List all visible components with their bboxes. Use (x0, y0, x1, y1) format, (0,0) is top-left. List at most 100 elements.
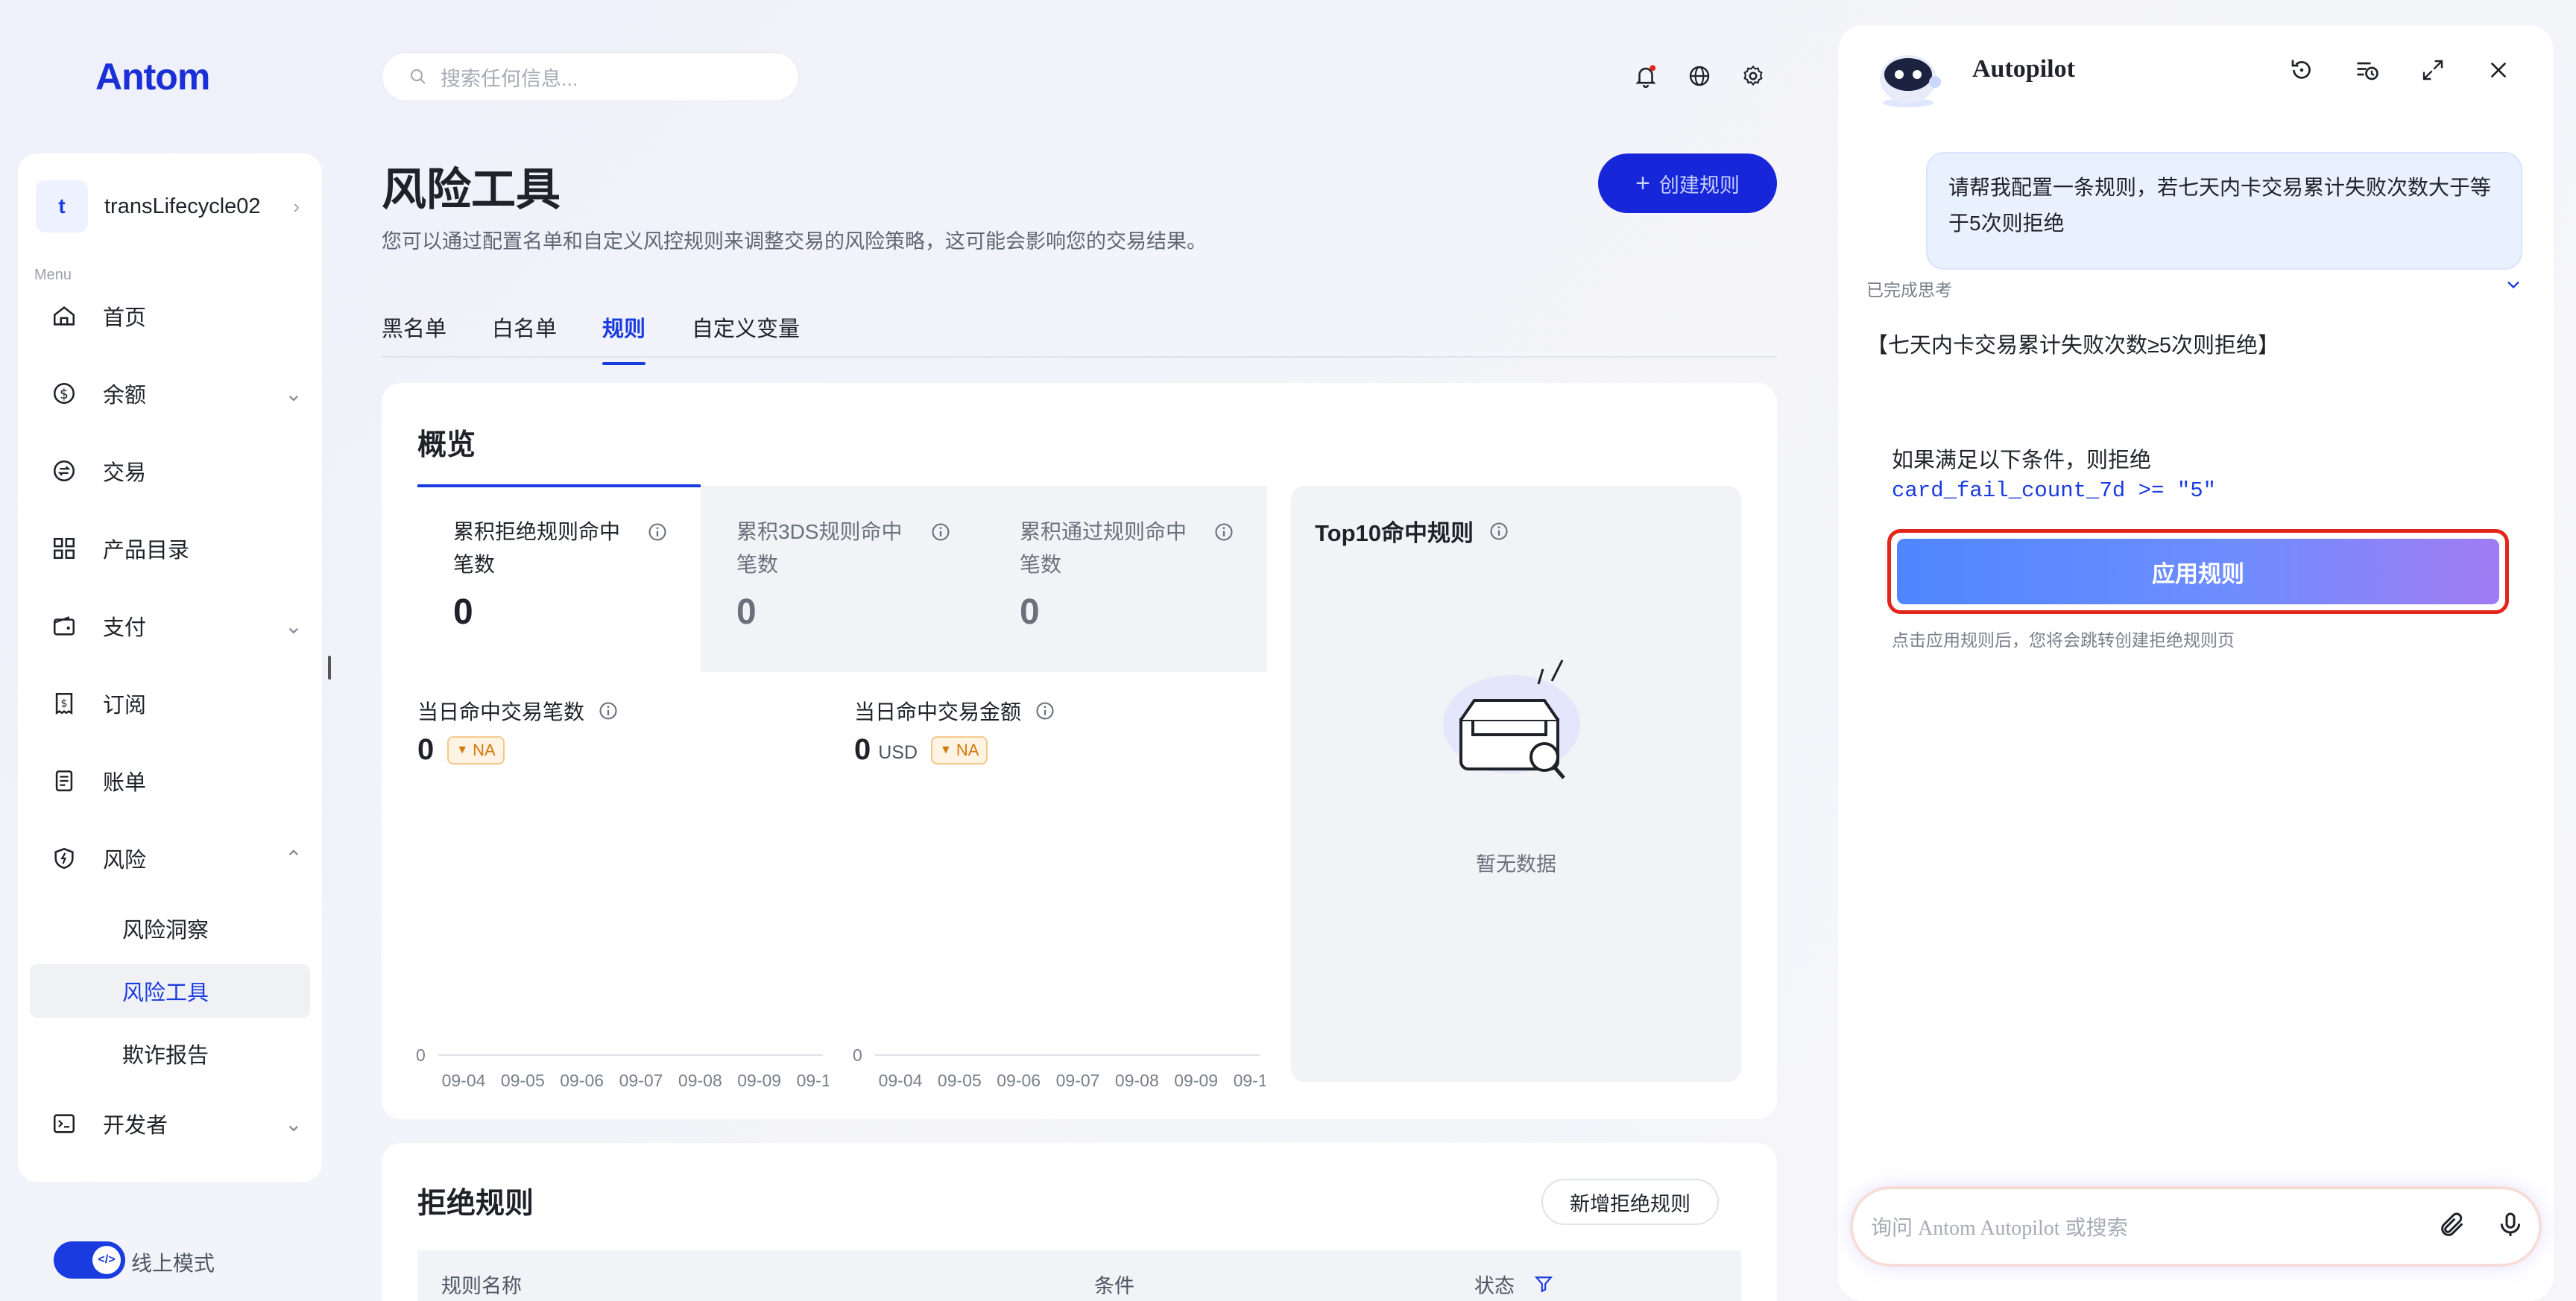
page-title: 风险工具 (382, 165, 561, 215)
gear-icon[interactable] (1738, 61, 1768, 91)
robot-avatar-icon (1880, 55, 1941, 107)
sidebar-item-catalog[interactable]: 产品目录 (49, 526, 303, 571)
stat-value: 0 (453, 592, 473, 632)
autopilot-title: Autopilot (1972, 55, 2075, 83)
tab-custom-variables[interactable]: 自定义变量 (692, 311, 800, 343)
sidebar-item-transactions[interactable]: 交易 (49, 449, 303, 493)
account-switcher[interactable]: t transLifecycle02 › (36, 179, 304, 234)
sidebar-item-balance[interactable]: $ 余额 ⌄ (49, 371, 303, 416)
na-badge: ▼ NA (931, 735, 988, 765)
stat-3ds-hits[interactable]: 累积3DS规则命中笔数 0 (701, 486, 984, 672)
autopilot-chat-input[interactable]: 询问 Antom Autopilot 或搜索 (1853, 1189, 2539, 1264)
add-reject-rule-button[interactable]: 新增拒绝规则 (1541, 1179, 1719, 1225)
bell-icon[interactable] (1631, 61, 1661, 91)
x-tick-label: 09-09 (1174, 1071, 1218, 1090)
expand-icon[interactable] (2416, 54, 2449, 86)
overview-title: 概览 (417, 429, 476, 461)
search-input[interactable]: 搜索任何信息... (382, 52, 799, 101)
column-condition[interactable]: 条件 (1094, 1270, 1134, 1299)
shield-icon (49, 843, 79, 873)
plus-icon: + (1635, 168, 1650, 197)
history-icon[interactable] (2351, 54, 2384, 86)
grid-icon (49, 534, 79, 563)
chat-input-placeholder: 询问 Antom Autopilot 或搜索 (1871, 1217, 2128, 1240)
code-icon: </> (92, 1246, 121, 1274)
sidebar-item-bills[interactable]: 账单 (49, 759, 303, 803)
x-tick-label: 09-09 (737, 1071, 781, 1090)
live-mode-toggle[interactable]: </> (54, 1241, 125, 1279)
daily-amount-value: 0 (854, 733, 871, 766)
top10-panel: Top10命中规则 暂无数据 (1291, 486, 1741, 1082)
sidebar-item-payments[interactable]: 支付 ⌄ (49, 604, 303, 648)
autopilot-panel: Autopilot 请帮我配置一条规则，若七天内卡交易累计失败次数大于等于5次则… (1838, 25, 2554, 1301)
receipt-dollar-icon: $ (49, 689, 79, 718)
sidebar-subitem-risk-insights[interactable]: 风险洞察 (30, 902, 310, 955)
sidebar-resize-handle[interactable] (328, 656, 331, 680)
sidebar-item-label: 产品目录 (103, 539, 190, 563)
info-icon (599, 702, 617, 720)
sidebar-subitem-fraud-report[interactable]: 欺诈报告 (30, 1027, 310, 1080)
info-icon (930, 522, 951, 546)
sidebar-subitem-risk-tools[interactable]: 风险工具 (30, 964, 310, 1018)
globe-icon[interactable] (1685, 61, 1714, 91)
stat-label: 累积拒绝规则命中笔数 (453, 520, 621, 576)
create-rule-button[interactable]: + 创建规则 (1598, 153, 1777, 213)
info-icon (1213, 522, 1234, 546)
bill-icon (49, 766, 79, 796)
filter-icon[interactable] (1534, 1274, 1553, 1294)
account-name: transLifecycle02 (104, 194, 261, 218)
tab-whitelist[interactable]: 白名单 (492, 311, 557, 343)
stat-label: 累积3DS规则命中笔数 (736, 520, 903, 576)
apply-rule-button[interactable]: 应用规则 (1897, 539, 2499, 604)
terminal-icon (49, 1109, 79, 1139)
apply-rule-hint: 点击应用规则后，您将会跳转创建拒绝规则页 (1892, 630, 2235, 650)
user-message-bubble: 请帮我配置一条规则，若七天内卡交易累计失败次数大于等于5次则拒绝 (1926, 152, 2522, 270)
overview-card: 概览 累积拒绝规则命中笔数 0 累积3DS规则命中笔数 0 累积通过规则命中笔数… (382, 383, 1777, 1119)
info-icon (647, 522, 668, 546)
stat-reject-hits[interactable]: 累积拒绝规则命中笔数 0 (417, 486, 701, 672)
refresh-icon[interactable] (2285, 54, 2318, 86)
close-icon[interactable] (2482, 54, 2515, 86)
sidebar-item-risk[interactable]: 风险 ⌃ (49, 836, 303, 881)
sidebar-item-subscriptions[interactable]: $ 订阅 (49, 681, 303, 726)
info-icon (1490, 522, 1508, 540)
info-icon (1036, 702, 1054, 720)
sidebar-item-label: 支付 (103, 616, 147, 640)
microphone-icon[interactable] (2496, 1210, 2525, 1240)
antom-logo[interactable]: Antom (95, 55, 210, 98)
sidebar-item-label: 风险 (103, 849, 147, 873)
sidebar-item-developer[interactable]: 开发者 ⌄ (49, 1101, 303, 1146)
table-header: 规则名称 条件 状态 (417, 1250, 1741, 1301)
chevron-down-icon[interactable] (2503, 274, 2524, 295)
avatar: t (36, 180, 88, 232)
reject-rules-card: 拒绝规则 新增拒绝规则 规则名称 条件 状态 (382, 1143, 1777, 1301)
stat-pass-hits[interactable]: 累积通过规则命中笔数 0 (984, 486, 1267, 672)
na-badge: ▼ NA (447, 735, 505, 765)
reject-rules-title: 拒绝规则 (417, 1188, 534, 1220)
daily-count-value: 0 (417, 733, 435, 766)
x-tick-label: 09-08 (1115, 1071, 1159, 1090)
sidebar-item-label: 余额 (103, 384, 147, 408)
svg-text:$: $ (60, 697, 67, 709)
sidebar-item-label: 账单 (103, 771, 147, 795)
y-tick-label: 0 (416, 1045, 426, 1065)
daily-count-block: 当日命中交易笔数 0 ▼ NA (417, 696, 619, 767)
sidebar-item-home[interactable]: 首页 (49, 294, 303, 338)
top10-title: Top10命中规则 (1315, 520, 1474, 546)
condition-code: card_fail_count_7d >= "5" (1892, 478, 2217, 503)
attachment-icon[interactable] (2437, 1210, 2467, 1240)
chevron-down-icon: ⌄ (284, 1112, 303, 1136)
empty-inbox-icon (1443, 659, 1580, 779)
dollar-circle-icon: $ (49, 379, 79, 408)
tab-rules[interactable]: 规则 (602, 311, 646, 365)
sidebar-item-label: 交易 (103, 461, 147, 485)
wallet-icon (49, 611, 79, 641)
column-rule-name[interactable]: 规则名称 (441, 1270, 522, 1299)
stat-label: 累积通过规则命中笔数 (1020, 520, 1187, 576)
sidebar-item-label: 开发者 (103, 1114, 168, 1138)
column-status[interactable]: 状态 (1474, 1270, 1515, 1299)
daily-amount-block: 当日命中交易金额 0 USD ▼ NA (854, 696, 1055, 767)
thinking-status[interactable]: 已完成思考 (1866, 276, 1952, 301)
tab-blacklist[interactable]: 黑名单 (382, 311, 446, 343)
condition-intro: 如果满足以下条件，则拒绝 (1892, 449, 2152, 472)
